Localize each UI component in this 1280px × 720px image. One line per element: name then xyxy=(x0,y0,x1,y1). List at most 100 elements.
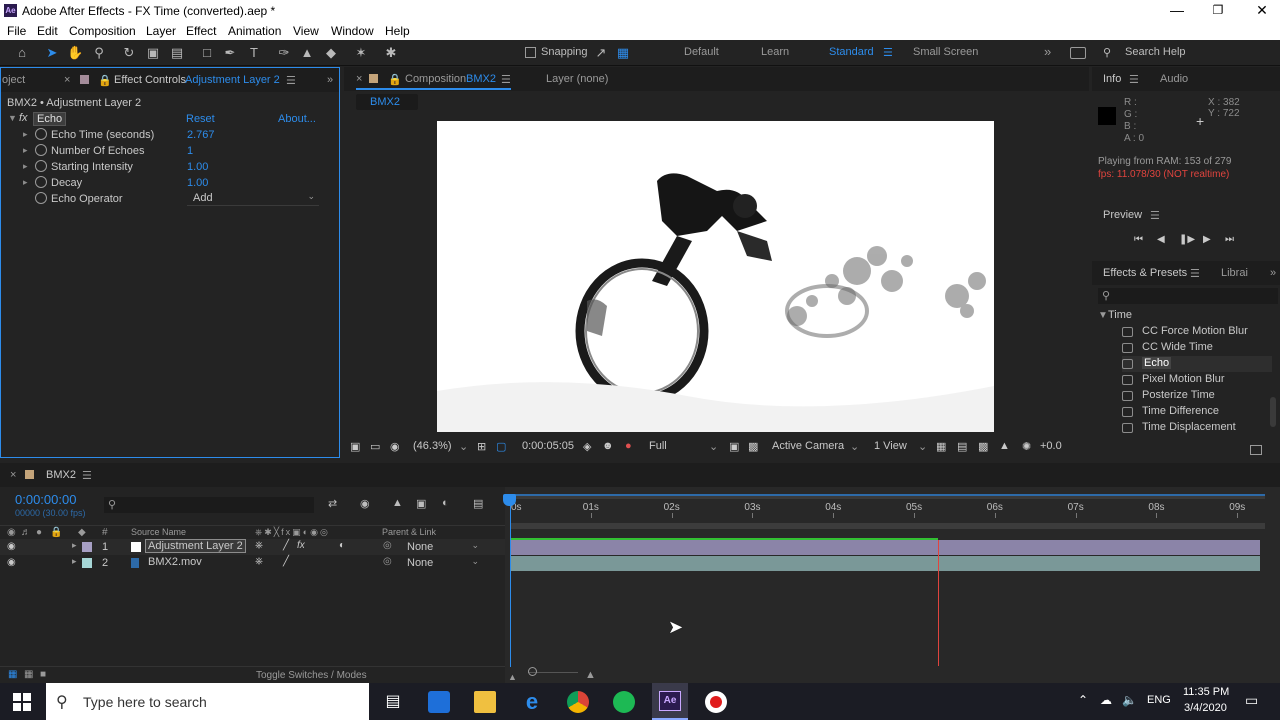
task-view-icon[interactable]: ▤ xyxy=(382,691,404,713)
always-preview-icon[interactable]: ▣ xyxy=(350,440,360,453)
after-effects-taskbar-button[interactable]: Ae xyxy=(652,683,688,720)
exposure-value[interactable]: +0.0 xyxy=(1040,440,1062,452)
param-value[interactable]: 1.00 xyxy=(187,177,208,189)
param-value[interactable]: 2.767 xyxy=(187,129,215,141)
screen-recorder-icon[interactable] xyxy=(705,691,727,713)
menu-view[interactable]: View xyxy=(293,24,319,38)
solo-icon[interactable]: ● xyxy=(36,527,42,538)
lock-icon[interactable]: 🔒 xyxy=(388,73,402,86)
zoom-out-icon[interactable]: ▲ xyxy=(508,672,517,682)
menu-help[interactable]: Help xyxy=(385,24,410,38)
fx-switch-icon[interactable]: fx xyxy=(297,540,305,551)
spotify-icon[interactable] xyxy=(613,691,635,713)
chrome-icon[interactable] xyxy=(567,691,589,713)
color-channels-icon[interactable]: ● xyxy=(625,440,632,452)
new-bin-icon[interactable] xyxy=(1250,445,1262,455)
pan-behind-tool-icon[interactable]: ▤ xyxy=(169,45,185,61)
file-explorer-icon[interactable] xyxy=(474,691,496,713)
tab-preview[interactable]: Preview xyxy=(1103,209,1142,221)
quality-switch-icon[interactable]: ╱ xyxy=(283,540,289,551)
panel-menu-icon[interactable]: ☰ xyxy=(1190,267,1200,280)
collapse-effect-icon[interactable]: ▼ xyxy=(8,113,17,123)
zoom-dropdown[interactable]: (46.3%) xyxy=(413,440,452,452)
effect-item-selected[interactable]: Echo xyxy=(1122,356,1272,372)
play-pause-icon[interactable]: ❚▶ xyxy=(1179,234,1195,245)
label-icon[interactable]: ◆ xyxy=(78,527,86,538)
timeline-icon[interactable]: ▩ xyxy=(978,440,988,453)
clock-time[interactable]: 11:35 PM xyxy=(1183,686,1229,698)
render-time-icon[interactable]: ■ xyxy=(40,669,46,680)
zoom-in-icon[interactable]: ▲ xyxy=(585,669,596,681)
type-tool-icon[interactable]: T xyxy=(246,45,262,61)
camera-tool-icon[interactable]: ▣ xyxy=(145,45,161,61)
previous-frame-icon[interactable]: ◀ xyxy=(1157,234,1165,245)
layer-name[interactable]: Adjustment Layer 2 xyxy=(145,539,246,553)
close-tab-icon[interactable]: × xyxy=(64,74,70,86)
panel-menu-icon[interactable]: ☰ xyxy=(82,469,92,482)
video-visibility-icon[interactable]: ◉ xyxy=(7,527,16,538)
toggle-pixel-aspect-icon[interactable]: ▦ xyxy=(936,440,946,453)
timeline-search-input[interactable]: ⚲ xyxy=(104,497,314,513)
panel-menu-icon[interactable]: ☰ xyxy=(501,73,511,86)
layer-row[interactable]: ◉ ▸ 2 BMX2.mov ⎈ ╱ ◎ None ⌄ xyxy=(0,555,505,571)
monitor-icon[interactable]: ▭ xyxy=(370,440,380,453)
show-hidden-icons-icon[interactable]: ⌃ xyxy=(1078,693,1088,707)
zoom-tool-icon[interactable]: ⚲ xyxy=(91,45,107,61)
transparency-grid-icon[interactable]: ▢ xyxy=(496,440,506,453)
parent-dropdown[interactable]: None ⌄ xyxy=(401,539,483,554)
effect-item[interactable]: Pixel Motion Blur xyxy=(1122,372,1272,388)
breadcrumb[interactable]: BMX2 xyxy=(356,94,418,110)
resolution-dropdown[interactable]: Full xyxy=(649,440,667,452)
workspace-default[interactable]: Default xyxy=(684,46,719,58)
lock-icon[interactable]: 🔒 xyxy=(50,527,62,538)
fast-previews-icon[interactable]: ▤ xyxy=(957,440,967,453)
workspace-small-screen[interactable]: Small Screen xyxy=(913,46,978,58)
tab-audio[interactable]: Audio xyxy=(1160,73,1188,85)
menu-layer[interactable]: Layer xyxy=(146,24,176,38)
snap-features-icon[interactable]: ▦ xyxy=(615,45,631,61)
workspace-learn[interactable]: Learn xyxy=(761,46,789,58)
graph-editor-icon[interactable]: ▤ xyxy=(473,497,483,510)
eye-icon[interactable]: ◉ xyxy=(7,557,16,568)
layer-switches-icon[interactable]: ▦ xyxy=(8,669,17,680)
menu-effect[interactable]: Effect xyxy=(186,24,216,38)
flowchart-icon[interactable]: ▲ xyxy=(999,440,1010,452)
panel-overflow-icon[interactable]: » xyxy=(1270,267,1276,279)
effect-item[interactable]: Time Displacement xyxy=(1122,420,1272,436)
comp-mini-flowchart-icon[interactable]: ⇄ xyxy=(328,497,337,510)
playhead[interactable] xyxy=(510,497,511,667)
layer-row[interactable]: ◉ ▸ 1 Adjustment Layer 2 ⎈ ╱ fx ◐ ◎ None… xyxy=(0,539,505,555)
layer-label-color[interactable] xyxy=(82,542,92,552)
current-timecode[interactable]: 0:00:05:05 xyxy=(522,440,574,452)
menu-composition[interactable]: Composition xyxy=(69,24,136,38)
motion-blur-icon[interactable]: ◐ xyxy=(442,497,449,509)
tab-layer-viewer[interactable]: Layer (none) xyxy=(546,73,608,85)
work-area-range[interactable] xyxy=(510,494,1265,496)
clock-date[interactable]: 3/4/2020 xyxy=(1184,702,1227,714)
effect-header-row[interactable]: ▼ fx Echo Reset About... xyxy=(1,111,337,127)
tab-timeline-comp[interactable]: BMX2 xyxy=(46,469,76,481)
toggle-transparency-icon[interactable]: ▩ xyxy=(748,440,758,453)
eye-icon[interactable]: ◉ xyxy=(7,541,16,552)
microsoft-store-icon[interactable] xyxy=(428,691,450,713)
stopwatch-icon[interactable] xyxy=(35,160,47,172)
roto-brush-tool-icon[interactable]: ✶ xyxy=(353,45,369,61)
shy-switch-icon[interactable]: ⎈ xyxy=(255,540,263,551)
menu-window[interactable]: Window xyxy=(331,24,374,38)
parent-dropdown[interactable]: None ⌄ xyxy=(401,555,483,570)
mask-view-icon[interactable]: ◉ xyxy=(390,440,400,453)
puppet-tool-icon[interactable]: ✱ xyxy=(383,45,399,61)
view-layout-dropdown[interactable]: 1 View xyxy=(874,440,907,452)
input-language[interactable]: ENG xyxy=(1147,694,1171,706)
snapshot-icon[interactable]: ◈ xyxy=(583,440,591,453)
menu-edit[interactable]: Edit xyxy=(37,24,58,38)
col-source-name[interactable]: Source Name xyxy=(131,527,186,537)
echo-operator-dropdown[interactable]: Add ⌄ xyxy=(187,191,319,206)
stopwatch-icon[interactable] xyxy=(35,176,47,188)
col-parent-link[interactable]: Parent & Link xyxy=(382,527,436,537)
lock-icon[interactable]: 🔒 xyxy=(98,74,112,87)
tab-libraries[interactable]: Librai xyxy=(1221,267,1248,279)
camera-dropdown[interactable]: Active Camera xyxy=(772,440,844,452)
hand-tool-icon[interactable]: ✋ xyxy=(67,45,83,61)
layer-name[interactable]: BMX2.mov xyxy=(148,556,202,568)
